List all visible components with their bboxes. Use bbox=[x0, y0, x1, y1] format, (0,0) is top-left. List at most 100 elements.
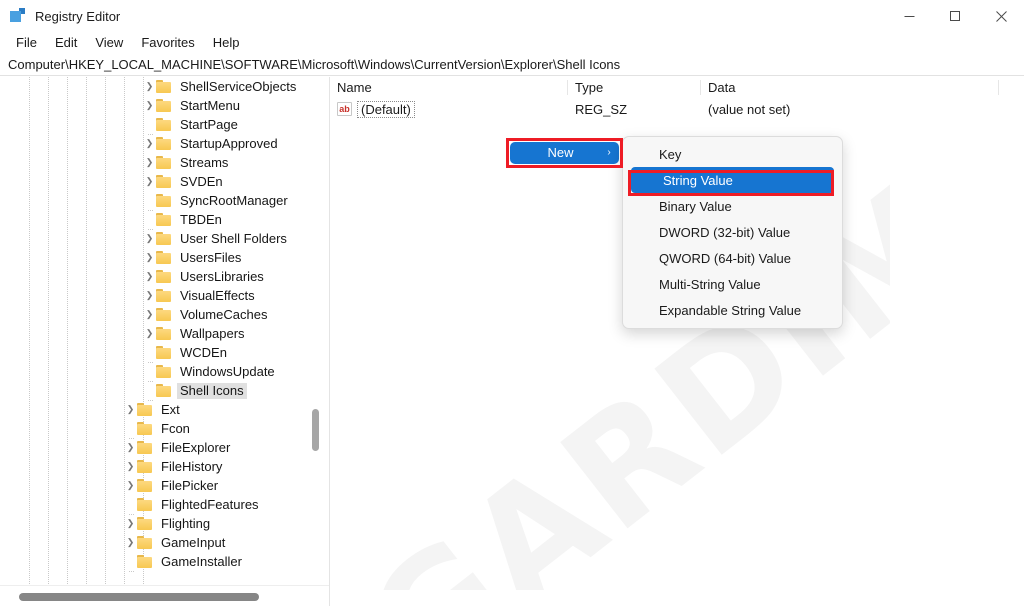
value-data-cell: (value not set) bbox=[708, 101, 791, 117]
tree-item-label: Wallpapers bbox=[180, 325, 245, 341]
value-name-cell[interactable]: ab (Default) bbox=[330, 98, 568, 120]
tree-item-label: GameInstaller bbox=[161, 553, 242, 569]
tree-item-syncrootmanager[interactable]: SyncRootManager bbox=[0, 191, 310, 211]
tree-item-startpage[interactable]: StartPage bbox=[0, 115, 310, 135]
tree-item-userslibraries[interactable]: ❯ UsersLibraries bbox=[0, 267, 310, 286]
tree-item-ext[interactable]: ❯ Ext bbox=[0, 400, 310, 419]
tree-vertical-scrollbar-thumb[interactable] bbox=[312, 409, 319, 451]
tree-item-user-shell-folders[interactable]: ❯ User Shell Folders bbox=[0, 229, 310, 248]
tree-vertical-scrollbar[interactable] bbox=[309, 77, 321, 585]
submenu-item-expandable-string-value[interactable]: Expandable String Value bbox=[627, 297, 838, 323]
submenu-item-label: Expandable String Value bbox=[659, 302, 802, 318]
column-header-data[interactable]: Data bbox=[701, 77, 999, 98]
tree-item-wcden[interactable]: WCDEn bbox=[0, 343, 310, 363]
column-header-type[interactable]: Type bbox=[568, 77, 701, 98]
tree-item-label: StartPage bbox=[180, 116, 238, 132]
menu-edit[interactable]: Edit bbox=[46, 33, 86, 53]
tree-item-flighting[interactable]: ❯ Flighting bbox=[0, 514, 310, 533]
tree-item-label: GameInput bbox=[161, 534, 226, 550]
context-menu-new-item[interactable]: New › bbox=[511, 143, 618, 163]
submenu-item-binary-value[interactable]: Binary Value bbox=[627, 193, 838, 219]
chevron-right-icon[interactable]: ❯ bbox=[124, 443, 137, 452]
menu-view[interactable]: View bbox=[86, 33, 132, 53]
tree-item-shellserviceobjects[interactable]: ❯ ShellServiceObjects bbox=[0, 77, 310, 96]
tree-item-label: UsersFiles bbox=[180, 249, 242, 265]
chevron-right-icon[interactable]: ❯ bbox=[124, 462, 137, 471]
menu-favorites[interactable]: Favorites bbox=[132, 33, 203, 53]
submenu-item-qword-64-bit-value[interactable]: QWORD (64-bit) Value bbox=[627, 245, 838, 271]
submenu-item-multi-string-value[interactable]: Multi-String Value bbox=[627, 271, 838, 297]
tree-item-fileexplorer[interactable]: ❯ FileExplorer bbox=[0, 438, 310, 457]
submenu-item-label: Binary Value bbox=[659, 198, 732, 214]
tree-item-label: UsersLibraries bbox=[180, 268, 264, 284]
chevron-right-icon[interactable]: ❯ bbox=[124, 519, 137, 528]
tree-item-gameinput[interactable]: ❯ GameInput bbox=[0, 533, 310, 552]
folder-icon bbox=[137, 460, 153, 473]
folder-icon bbox=[156, 270, 172, 283]
chevron-right-icon[interactable]: ❯ bbox=[143, 158, 156, 167]
tree-item-label: VisualEffects bbox=[180, 287, 255, 303]
menu-file[interactable]: File bbox=[7, 33, 46, 53]
tree-item-usersfiles[interactable]: ❯ UsersFiles bbox=[0, 248, 310, 267]
tree-item-fcon[interactable]: Fcon bbox=[0, 419, 310, 439]
minimize-button[interactable] bbox=[886, 0, 932, 32]
tree-item-visualeffects[interactable]: ❯ VisualEffects bbox=[0, 286, 310, 305]
folder-icon bbox=[156, 308, 172, 321]
submenu-item-label: DWORD (32-bit) Value bbox=[659, 224, 791, 240]
folder-icon bbox=[137, 422, 153, 435]
tree-item-startmenu[interactable]: ❯ StartMenu bbox=[0, 96, 310, 115]
chevron-right-icon[interactable]: ❯ bbox=[143, 329, 156, 338]
chevron-right-icon[interactable]: ❯ bbox=[124, 538, 137, 547]
chevron-right-icon: › bbox=[607, 147, 611, 158]
submenu-item-label: Multi-String Value bbox=[659, 276, 761, 292]
submenu-item-key[interactable]: Key bbox=[627, 141, 838, 167]
folder-icon bbox=[156, 384, 172, 397]
tree-horizontal-scrollbar[interactable] bbox=[0, 585, 329, 606]
tree-item-flightedfeatures[interactable]: FlightedFeatures bbox=[0, 495, 310, 515]
value-name-label: (Default) bbox=[357, 100, 415, 118]
tree-item-label: WindowsUpdate bbox=[180, 363, 275, 379]
column-header-name[interactable]: Name bbox=[330, 77, 568, 98]
menu-help[interactable]: Help bbox=[204, 33, 249, 53]
tree-item-windowsupdate[interactable]: WindowsUpdate bbox=[0, 362, 310, 382]
tree-item-label: Streams bbox=[180, 154, 229, 170]
submenu-item-dword-32-bit-value[interactable]: DWORD (32-bit) Value bbox=[627, 219, 838, 245]
chevron-right-icon[interactable]: ❯ bbox=[143, 82, 156, 91]
tree-item-startupapproved[interactable]: ❯ StartupApproved bbox=[0, 134, 310, 153]
tree-item-volumecaches[interactable]: ❯ VolumeCaches bbox=[0, 305, 310, 324]
tree-horizontal-scrollbar-thumb[interactable] bbox=[19, 593, 259, 601]
maximize-button[interactable] bbox=[932, 0, 978, 32]
address-bar[interactable]: Computer\HKEY_LOCAL_MACHINE\SOFTWARE\Mic… bbox=[0, 54, 1024, 76]
chevron-right-icon[interactable]: ❯ bbox=[124, 405, 137, 414]
chevron-right-icon[interactable]: ❯ bbox=[143, 253, 156, 262]
folder-icon bbox=[156, 346, 172, 359]
folder-icon bbox=[156, 175, 172, 188]
chevron-right-icon[interactable]: ❯ bbox=[143, 310, 156, 319]
window-controls bbox=[886, 0, 1024, 32]
menu-bar: File Edit View Favorites Help bbox=[0, 32, 1024, 54]
tree-item-tbden[interactable]: TBDEn bbox=[0, 210, 310, 230]
folder-icon bbox=[156, 251, 172, 264]
table-row[interactable]: ab (Default) REG_SZ (value not set) bbox=[330, 98, 1024, 120]
tree-item-svden[interactable]: ❯ SVDEn bbox=[0, 172, 310, 191]
chevron-right-icon[interactable]: ❯ bbox=[143, 177, 156, 186]
tree-item-filepicker[interactable]: ❯ FilePicker bbox=[0, 476, 310, 495]
chevron-right-icon[interactable]: ❯ bbox=[143, 272, 156, 281]
submenu-item-string-value[interactable]: String Value bbox=[631, 167, 834, 193]
tree-item-filehistory[interactable]: ❯ FileHistory bbox=[0, 457, 310, 476]
tree-item-shell-icons[interactable]: Shell Icons bbox=[0, 381, 310, 401]
chevron-right-icon[interactable]: ❯ bbox=[143, 139, 156, 148]
chevron-right-icon[interactable]: ❯ bbox=[124, 481, 137, 490]
tree-item-label: FlightedFeatures bbox=[161, 496, 259, 512]
folder-icon bbox=[137, 517, 153, 530]
folder-icon bbox=[156, 232, 172, 245]
close-button[interactable] bbox=[978, 0, 1024, 32]
tree-item-wallpapers[interactable]: ❯ Wallpapers bbox=[0, 324, 310, 343]
chevron-right-icon[interactable]: ❯ bbox=[143, 234, 156, 243]
tree-item-streams[interactable]: ❯ Streams bbox=[0, 153, 310, 172]
chevron-right-icon[interactable]: ❯ bbox=[143, 101, 156, 110]
tree-item-gameinstaller[interactable]: GameInstaller bbox=[0, 552, 310, 572]
folder-icon bbox=[156, 137, 172, 150]
folder-icon bbox=[137, 536, 153, 549]
chevron-right-icon[interactable]: ❯ bbox=[143, 291, 156, 300]
